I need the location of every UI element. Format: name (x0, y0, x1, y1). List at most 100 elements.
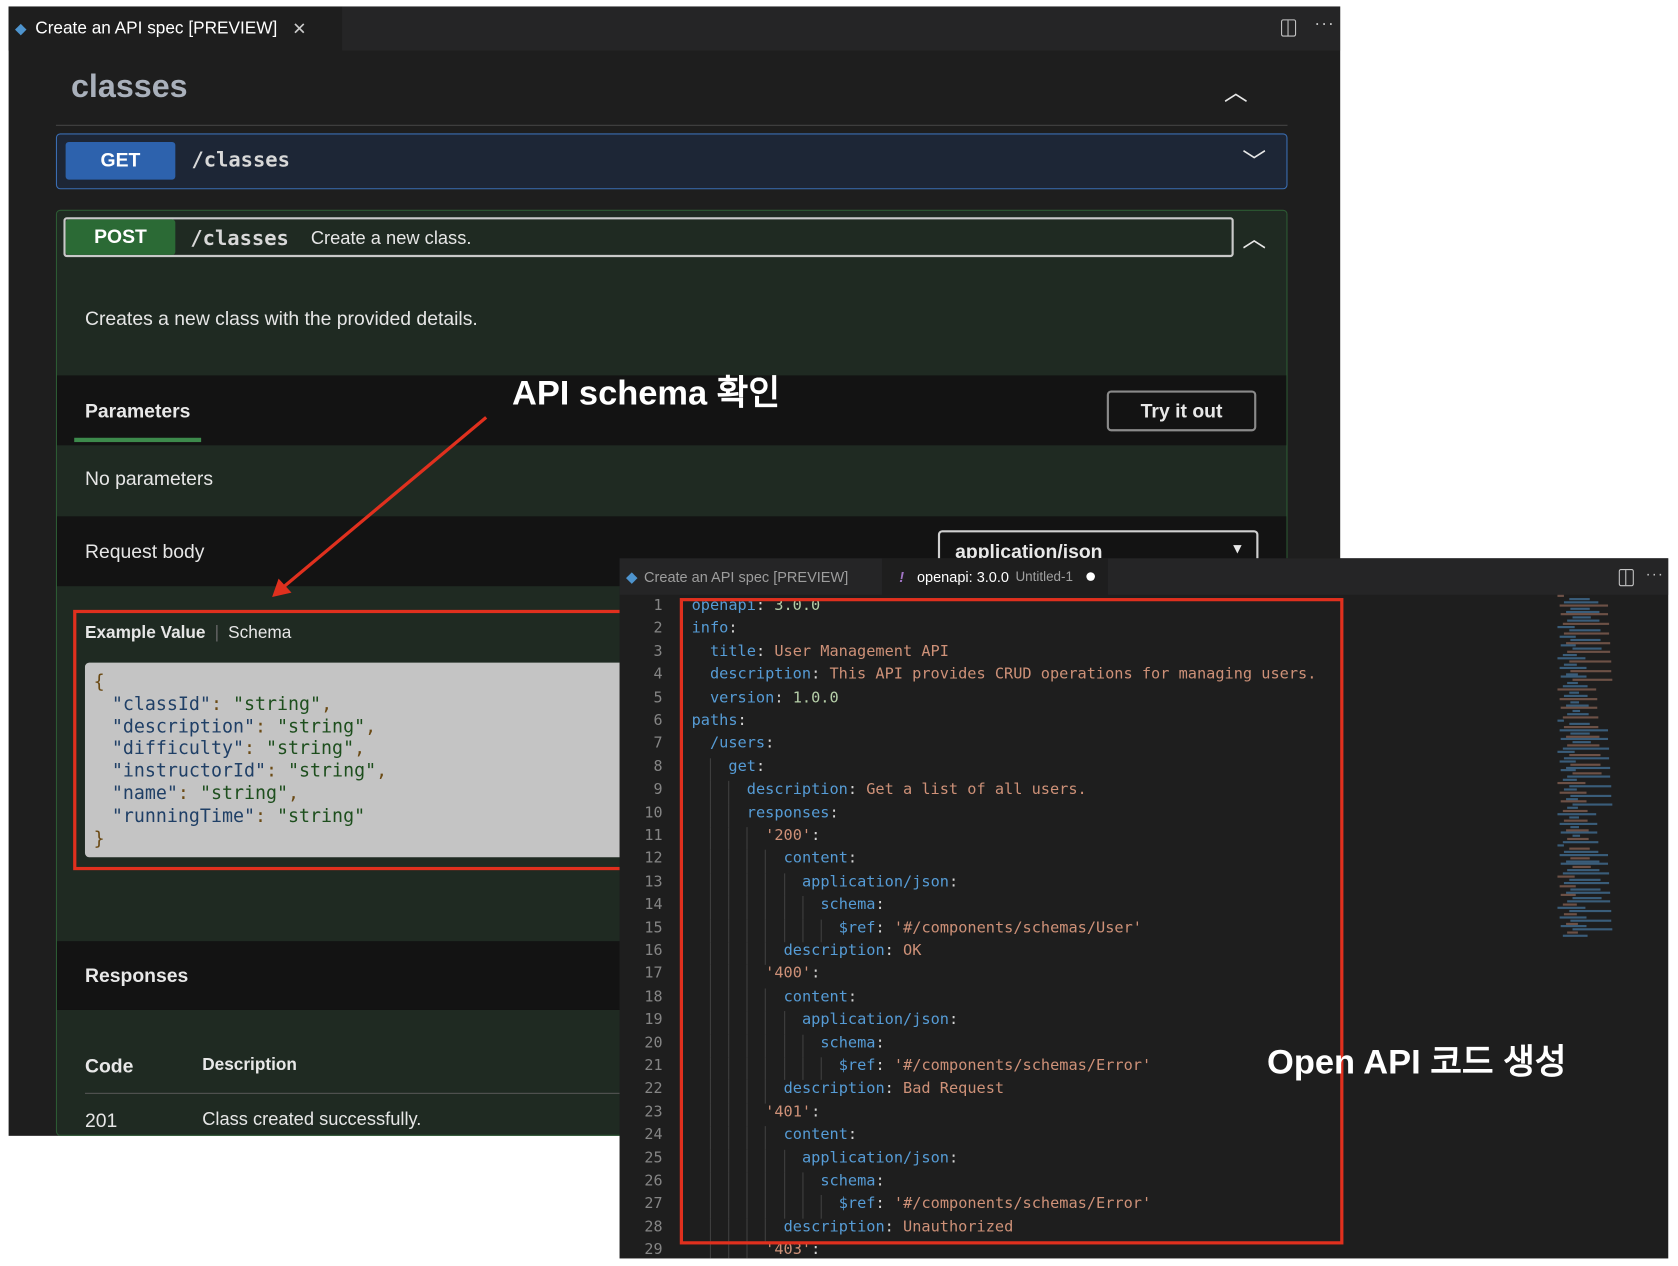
minimap-line (1571, 803, 1612, 806)
minimap-line (1567, 650, 1611, 654)
minimap-line (1567, 744, 1600, 747)
minimap-line (1565, 672, 1578, 675)
line-number: 14 (644, 896, 663, 914)
minimap-line (1560, 769, 1576, 772)
minimap-line (1565, 610, 1599, 613)
minimap[interactable] (1557, 594, 1634, 939)
minimap-line (1571, 710, 1580, 713)
minimap-line (1567, 869, 1600, 872)
line-number: 18 (644, 988, 663, 1006)
minimap-line (1557, 875, 1575, 878)
tab-label: openapi: 3.0.0 (916, 568, 1009, 585)
minimap-line (1571, 741, 1591, 744)
line-number: 29 (644, 1241, 663, 1259)
minimap-line (1563, 663, 1577, 666)
line-number: 17 (644, 965, 663, 983)
minimap-line (1563, 850, 1599, 853)
line-number: 24 (644, 1126, 663, 1144)
minimap-line (1563, 601, 1599, 604)
minimap-line (1562, 747, 1609, 750)
minimap-line (1559, 604, 1608, 607)
minimap-line (1571, 928, 1612, 931)
minimap-line (1562, 685, 1588, 688)
minimap-line (1562, 778, 1577, 781)
line-number: 23 (644, 1103, 663, 1121)
annotation-code: Open API 코드 생성 (1267, 1042, 1567, 1081)
line-number: 15 (644, 919, 663, 937)
minimap-line (1559, 666, 1586, 669)
minimap-line (1560, 707, 1598, 710)
tab-bar: ◆ Create an API spec [PREVIEW] ! openapi… (619, 558, 1669, 595)
line-number: 16 (644, 942, 663, 960)
minimap-line (1570, 888, 1601, 891)
unsaved-dot-icon[interactable] (1085, 572, 1095, 581)
minimap-line (1568, 597, 1590, 601)
minimap-line (1557, 657, 1586, 660)
tab-openapi-yaml[interactable]: ! openapi: 3.0.0 Untitled-1 (881, 558, 1108, 595)
minimap-line (1565, 891, 1610, 894)
minimap-line (1570, 856, 1590, 859)
minimap-line (1567, 619, 1600, 622)
minimap-line (1562, 934, 1588, 937)
line-number: 2 (653, 619, 663, 638)
minimap-line (1570, 700, 1579, 704)
minimap-line (1570, 638, 1601, 641)
minimap-line (1568, 909, 1611, 912)
minimap-line (1571, 866, 1591, 869)
minimap-line (1568, 753, 1600, 757)
minimap-line (1560, 863, 1609, 866)
minimap-line (1563, 788, 1577, 791)
tab-api-preview[interactable]: ◆ Create an API spec [PREVIEW] (620, 558, 882, 595)
minimap-line (1567, 713, 1589, 716)
minimap-line (1568, 722, 1590, 725)
line-number: 8 (653, 758, 663, 776)
minimap-line (1559, 791, 1586, 794)
minimap-line (1557, 625, 1575, 629)
minimap-line (1570, 919, 1612, 922)
line-number: 20 (644, 1034, 663, 1052)
minimap-line (1559, 728, 1608, 732)
minimap-line (1557, 781, 1586, 785)
minimap-line (1563, 819, 1588, 822)
minimap-line (1567, 682, 1578, 685)
minimap-line (1565, 766, 1610, 769)
more-actions-icon[interactable]: ··· (1646, 565, 1664, 582)
minimap-line (1563, 694, 1588, 697)
line-number: 11 (644, 827, 663, 845)
line-number: 10 (644, 804, 663, 822)
minimap-line (1557, 813, 1597, 816)
line-number: 12 (644, 850, 663, 868)
minimap-line (1557, 688, 1597, 691)
minimap-line (1565, 797, 1578, 800)
minimap-line (1565, 922, 1578, 925)
line-number: 22 (644, 1080, 663, 1098)
minimap-line (1560, 644, 1576, 647)
minimap-line (1563, 725, 1599, 728)
minimap-line (1560, 831, 1598, 835)
minimap-line (1559, 916, 1586, 919)
minimap-line (1562, 716, 1598, 719)
minimap-line (1560, 738, 1609, 741)
line-number: 27 (644, 1195, 663, 1213)
minimap-line (1570, 825, 1579, 828)
minimap-line (1559, 697, 1597, 700)
minimap-line (1567, 900, 1611, 903)
minimap-line (1571, 834, 1580, 838)
arrow-line (280, 416, 488, 590)
line-number: 21 (644, 1057, 663, 1075)
minimap-line (1565, 859, 1599, 863)
minimap-line (1562, 622, 1609, 626)
line-number: 19 (644, 1011, 663, 1029)
minimap-line (1557, 906, 1586, 909)
line-number: 4 (653, 665, 663, 684)
line-number: 7 (653, 735, 663, 753)
minimap-line (1562, 841, 1598, 844)
minimap-line (1562, 810, 1588, 813)
line-number: 1 (653, 596, 663, 615)
minimap-line (1562, 654, 1577, 657)
line-number: 25 (644, 1149, 663, 1167)
split-editor-icon[interactable] (1618, 568, 1634, 587)
minimap-line (1560, 800, 1587, 803)
minimap-line (1560, 925, 1587, 928)
minimap-line (1568, 816, 1579, 819)
